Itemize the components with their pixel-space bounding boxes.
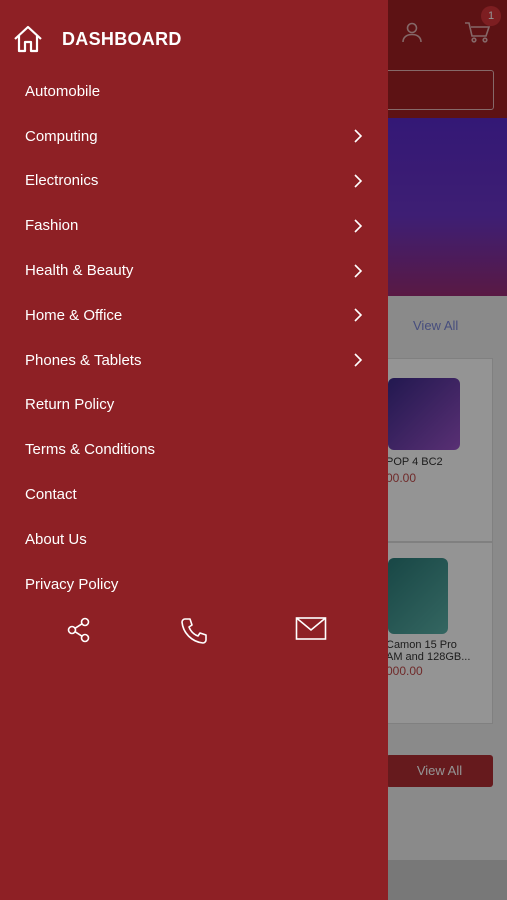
chevron-right-icon [354,308,363,322]
menu-item-home-office[interactable]: Home & Office [0,293,388,338]
menu-item-label: Health & Beauty [25,262,134,280]
menu-item-label: About Us [25,530,87,548]
chevron-right-icon [354,264,363,278]
menu-item-label: Privacy Policy [25,575,119,593]
menu-item-label: Automobile [25,82,101,100]
menu-item-label: Terms & Conditions [25,441,156,459]
chevron-right-icon [354,219,363,233]
menu-item-label: Electronics [25,172,99,190]
menu-item-label: Computing [25,127,98,145]
share-icon[interactable] [65,616,93,644]
navigation-drawer: DASHBOARD Automobile Computing Electroni… [0,0,388,900]
chevron-right-icon [354,129,363,143]
menu-item-about-us[interactable]: About Us [0,517,388,562]
chevron-right-icon [354,353,363,367]
menu-item-automobile[interactable]: Automobile [0,69,388,114]
chevron-right-icon [354,174,363,188]
menu-item-electronics[interactable]: Electronics [0,159,388,204]
menu-item-computing[interactable]: Computing [0,114,388,159]
drawer-title: DASHBOARD [62,28,182,49]
menu-item-terms-conditions[interactable]: Terms & Conditions [0,427,388,472]
mail-icon[interactable] [295,616,327,642]
menu-item-fashion[interactable]: Fashion [0,203,388,248]
menu-item-label: Return Policy [25,396,115,414]
menu-item-label: Contact [25,486,77,504]
menu-item-label: Phones & Tablets [25,351,142,369]
menu-item-return-policy[interactable]: Return Policy [0,383,388,428]
phone-icon[interactable] [179,616,209,646]
menu-item-label: Home & Office [25,306,123,324]
menu-item-phones-tablets[interactable]: Phones & Tablets [0,338,388,383]
drawer-actions [0,612,388,652]
menu-item-health-beauty[interactable]: Health & Beauty [0,248,388,293]
menu-item-contact[interactable]: Contact [0,472,388,517]
drawer-menu: Automobile Computing Electronics Fashion… [0,69,388,607]
menu-item-label: Fashion [25,217,79,235]
home-icon [14,25,42,53]
menu-item-privacy-policy[interactable]: Privacy Policy [0,562,388,607]
drawer-header[interactable]: DASHBOARD [0,14,388,64]
